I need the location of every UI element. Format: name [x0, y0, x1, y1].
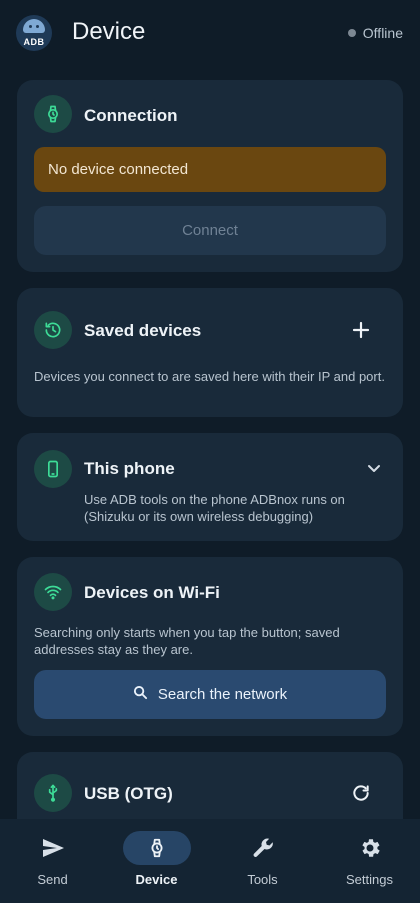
this-phone-description: Use ADB tools on the phone ADBnox runs o…: [84, 492, 345, 524]
page-title: Device: [72, 18, 146, 45]
logo-text: ADB: [23, 37, 45, 47]
nav-item-send[interactable]: Send: [0, 819, 105, 903]
no-device-alert: No device connected: [34, 147, 386, 192]
app-header: ADB Device Offline: [0, 0, 420, 68]
wifi-devices-card: Devices on Wi-Fi Searching only starts w…: [17, 557, 403, 736]
connect-button[interactable]: Connect: [34, 206, 386, 255]
nav-item-settings[interactable]: Settings: [317, 819, 420, 903]
wrench-icon: [229, 831, 297, 865]
status-dot: [347, 29, 356, 37]
usb-otg-title: USB (OTG): [84, 784, 173, 803]
search-icon: [133, 685, 148, 704]
this-phone-card[interactable]: This phone Use ADB tools on the phone AD…: [17, 433, 403, 541]
wifi-devices-title: Devices on Wi-Fi: [84, 583, 220, 602]
device-screen-content[interactable]: Connection No device connected Connect S…: [0, 68, 420, 819]
watch-icon: [34, 95, 72, 133]
nav-item-device[interactable]: Device: [104, 819, 209, 903]
connection-title: Connection: [84, 106, 178, 125]
usb-icon: [34, 774, 72, 812]
nav-label-settings: Settings: [346, 872, 393, 887]
app-logo: ADB: [16, 15, 52, 51]
nav-item-tools[interactable]: Tools: [210, 819, 315, 903]
connection-card: Connection No device connected Connect: [17, 80, 403, 272]
this-phone-title: This phone: [84, 459, 175, 478]
wifi-icon: [34, 573, 72, 611]
nav-label-device: Device: [135, 872, 178, 887]
gear-icon: [336, 831, 404, 865]
chevron-down-icon[interactable]: [361, 455, 387, 481]
search-network-label: Search the network: [157, 686, 288, 703]
send-icon: [19, 831, 87, 865]
saved-devices-card: Saved devices Devices you connect to are…: [17, 288, 403, 417]
nav-label-send: Send: [37, 872, 68, 887]
watch-icon: [122, 831, 191, 865]
connection-status: Offline: [347, 25, 403, 41]
usb-otg-card: USB (OTG): [17, 752, 403, 819]
refresh-icon[interactable]: [348, 780, 374, 806]
bottom-navigation: Send Device Tools Settings: [0, 819, 420, 903]
add-icon[interactable]: [348, 317, 374, 343]
search-network-button[interactable]: Search the network: [34, 670, 386, 719]
saved-devices-title: Saved devices: [84, 321, 202, 340]
nav-label-tools: Tools: [247, 872, 278, 887]
smartphone-icon: [34, 450, 72, 488]
saved-devices-description: Devices you connect to are saved here wi…: [34, 369, 385, 384]
status-label: Offline: [362, 25, 403, 41]
wifi-devices-description: Searching only starts when you tap the b…: [34, 625, 340, 657]
android-robot-icon: [23, 19, 45, 33]
history-icon: [34, 311, 72, 349]
